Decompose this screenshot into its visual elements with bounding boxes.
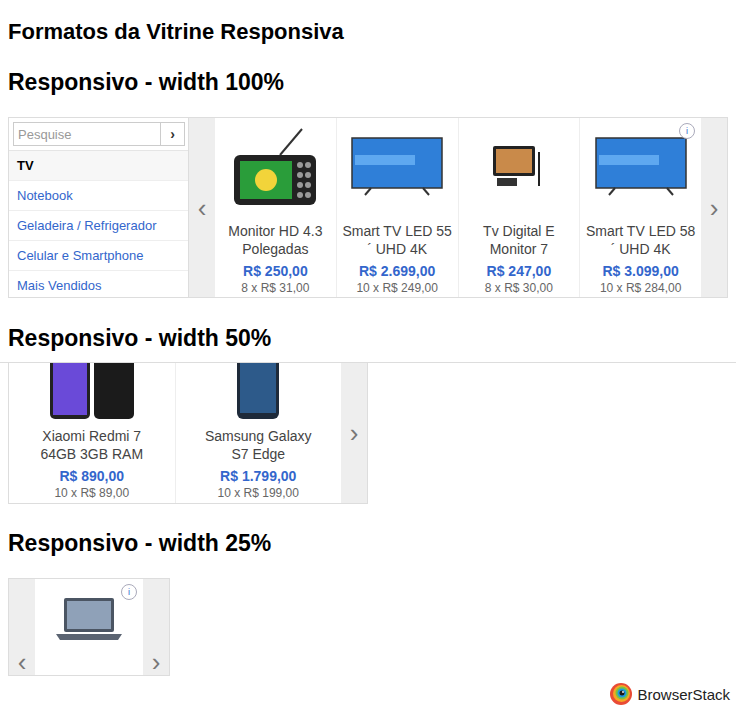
product-name: Smart TV LED 55 ´ UHD 4K <box>341 222 454 258</box>
image-box <box>198 363 320 421</box>
sidebar-item[interactable]: Mais Vendidos <box>9 271 188 298</box>
section-heading: Responsivo - width 25% <box>8 528 728 558</box>
product-card[interactable]: Smart TV LED 55 ´ UHD 4K R$ 2.699,0010 x … <box>337 118 459 297</box>
product-image <box>230 127 320 207</box>
showcase-widget: Xiaomi Redmi 7 64GB 3GB RAMR$ 890,0010 x… <box>8 363 368 504</box>
page: Formatos da Vitrine Responsiva Responsivo… <box>0 0 736 714</box>
product-price: R$ 250,00 <box>243 262 308 280</box>
section-heading: Responsivo - width 50% <box>8 323 728 353</box>
image-box <box>463 118 576 216</box>
product-image <box>235 363 281 421</box>
sidebar-item[interactable]: Notebook <box>9 181 188 211</box>
next-arrow[interactable]: › <box>341 363 367 503</box>
search-row: › <box>9 118 188 151</box>
section-band: ‹ i › <box>0 578 736 676</box>
product-installments: 8 x R$ 30,00 <box>485 280 553 296</box>
product-image <box>595 137 687 197</box>
product-name: Tv Digital E Monitor 7 <box>463 222 576 258</box>
product-image <box>46 363 138 421</box>
image-box <box>219 118 332 216</box>
product-card[interactable]: Tv Digital E Monitor 7 R$ 247,008 x R$ 30… <box>459 118 581 297</box>
prev-arrow[interactable]: ‹ <box>9 579 35 675</box>
info-badge[interactable]: i <box>679 123 695 139</box>
product-image <box>54 594 124 644</box>
product-name: Smart TV LED 58 ´ UHD 4K <box>584 222 697 258</box>
next-arrow[interactable]: › <box>143 579 169 675</box>
product-price: R$ 1.799,00 <box>220 467 296 485</box>
sidebar-item[interactable]: Celular e Smartphone <box>9 241 188 271</box>
product-list: i <box>35 579 143 675</box>
search-input[interactable] <box>13 122 161 146</box>
product-installments: 10 x R$ 284,00 <box>600 280 681 296</box>
product-name: Xiaomi Redmi 7 64GB 3GB RAM <box>31 427 153 463</box>
next-arrow[interactable]: › <box>701 118 727 297</box>
product-price: R$ 3.099,00 <box>602 262 678 280</box>
product-list: Xiaomi Redmi 7 64GB 3GB RAMR$ 890,0010 x… <box>9 363 341 503</box>
product-image <box>489 142 549 192</box>
sidebar-item[interactable]: Geladeira / Refrigerador <box>9 211 188 241</box>
image-box <box>341 118 454 216</box>
watermark: BrowserStack <box>609 682 730 706</box>
product-card[interactable]: i <box>35 579 143 675</box>
product-list: Monitor HD 4.3 PolegadasR$ 250,008 x R$ … <box>215 118 701 297</box>
product-name: Monitor HD 4.3 Polegadas <box>219 222 332 258</box>
section-heading: Responsivo - width 100% <box>8 67 728 97</box>
watermark-text: BrowserStack <box>637 686 730 703</box>
product-card[interactable]: Samsung Galaxy S7 Edge R$ 1.799,0010 x R$… <box>176 363 342 503</box>
product-installments: 10 x R$ 199,00 <box>218 485 299 501</box>
image-box <box>31 363 153 421</box>
product-image <box>351 137 443 197</box>
product-card[interactable]: Xiaomi Redmi 7 64GB 3GB RAM R$ 890,0010 x… <box>9 363 176 503</box>
page-title: Formatos da Vitrine Responsiva <box>8 18 728 46</box>
product-installments: 10 x R$ 89,00 <box>54 485 129 501</box>
product-name: Samsung Galaxy S7 Edge <box>198 427 320 463</box>
product-price: R$ 890,00 <box>59 467 124 485</box>
search-button[interactable]: › <box>161 122 185 146</box>
section-band: › TVNotebookGeladeira / RefrigeradorCelul… <box>0 117 736 298</box>
browserstack-logo-icon <box>609 682 633 706</box>
product-installments: 10 x R$ 249,00 <box>356 280 437 296</box>
category-sidebar: › TVNotebookGeladeira / RefrigeradorCelul… <box>9 118 189 297</box>
section-band: Xiaomi Redmi 7 64GB 3GB RAMR$ 890,0010 x… <box>0 362 736 504</box>
prev-arrow[interactable]: ‹ <box>189 118 215 297</box>
sidebar-item[interactable]: TV <box>9 151 188 181</box>
showcase-widget: › TVNotebookGeladeira / RefrigeradorCelul… <box>8 117 728 298</box>
product-installments: 8 x R$ 31,00 <box>241 280 309 296</box>
product-price: R$ 247,00 <box>487 262 552 280</box>
product-card[interactable]: i Smart TV LED 58 ´ UHD 4K R$ 3.099,0010 x… <box>580 118 701 297</box>
product-card[interactable]: Monitor HD 4.3 Polegadas R$ 250,008 x R$ … <box>215 118 337 297</box>
product-price: R$ 2.699,00 <box>359 262 435 280</box>
showcase-widget: ‹ i › <box>8 578 170 676</box>
info-badge[interactable]: i <box>121 584 137 600</box>
